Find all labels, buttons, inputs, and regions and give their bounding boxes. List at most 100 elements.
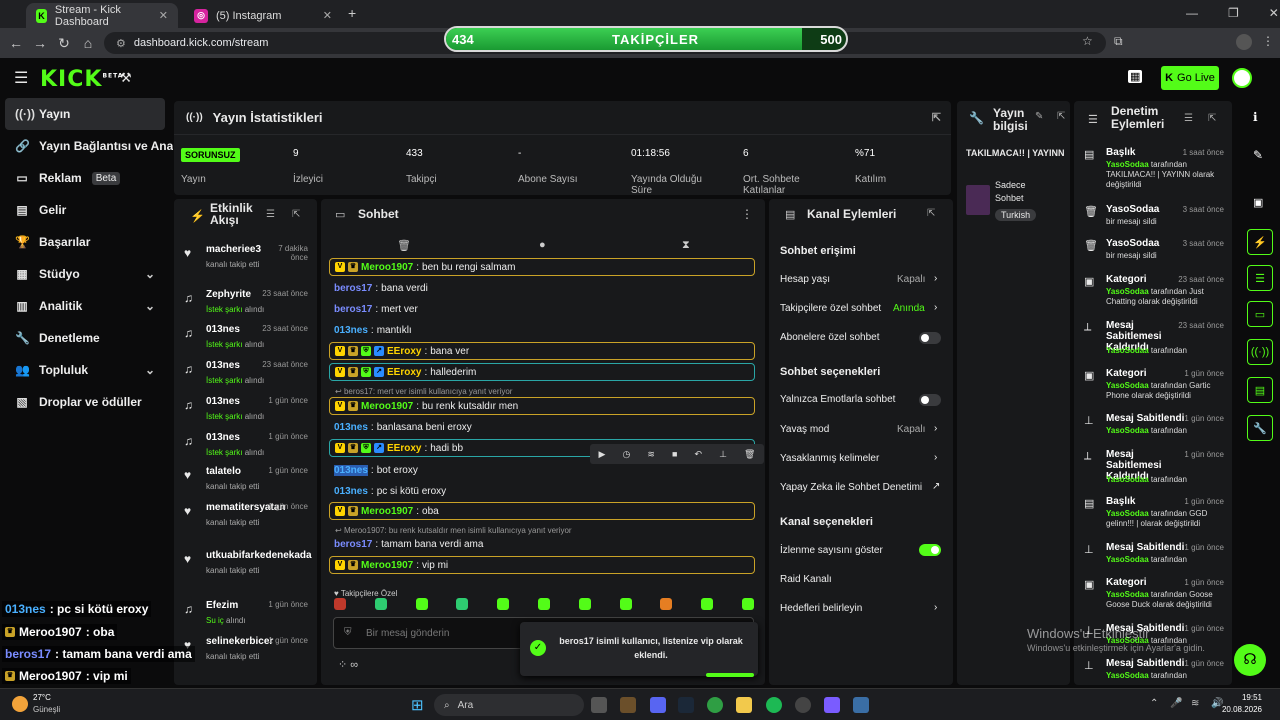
popout-icon[interactable]: ⇱	[1208, 113, 1216, 124]
studio-icon[interactable]: ▦	[1128, 70, 1143, 83]
trash-icon[interactable]: 🗑	[744, 449, 755, 460]
edit-icon[interactable]: ✎	[1035, 111, 1043, 122]
chat-username[interactable]: EEroxy	[387, 346, 421, 357]
popout-icon[interactable]: ⇱	[1057, 111, 1065, 122]
wrench-icon[interactable]: 🔧	[1247, 415, 1273, 441]
filter-icon[interactable]: ☰	[266, 209, 275, 220]
task-view-icon[interactable]	[591, 697, 607, 713]
chat-username[interactable]: beros17	[334, 283, 372, 294]
setting-label[interactable]: Hedefleri belirleyin	[780, 603, 862, 614]
clock-date[interactable]: 20.08.2026	[1214, 705, 1262, 714]
emote-icon[interactable]	[701, 598, 714, 610]
new-tab-button[interactable]: +	[348, 5, 356, 21]
popout-icon[interactable]: ⇱	[292, 209, 300, 220]
user-avatar[interactable]	[1232, 68, 1252, 88]
sidebar-item-denetleme[interactable]: 🔧 Denetleme	[5, 322, 165, 354]
steam-icon[interactable]	[678, 697, 694, 713]
chat-username[interactable]: 013nes	[334, 464, 368, 476]
emote-icon[interactable]	[537, 598, 550, 610]
settings-dots-icon[interactable]: ⁘ ∞	[338, 658, 358, 671]
pin-icon[interactable]: ⊥	[719, 449, 727, 460]
chat-username[interactable]: 013nes	[334, 325, 368, 336]
close-icon[interactable]: ✕	[159, 9, 168, 22]
chat-username[interactable]: Meroo1907	[361, 401, 413, 412]
minimize-icon[interactable]: —	[1186, 6, 1198, 20]
hamburger-menu-icon[interactable]: ☰	[14, 68, 28, 88]
tab-kick-dashboard[interactable]: K Stream - Kick Dashboard ✕	[26, 3, 178, 28]
edit-icon[interactable]: ✎	[1253, 148, 1263, 162]
broadcast-icon[interactable]: ((·))	[1247, 339, 1273, 365]
chat-username[interactable]: EEroxy	[387, 443, 421, 454]
close-icon[interactable]: ✕	[323, 9, 332, 22]
chevron-right-icon[interactable]: ›	[934, 602, 937, 613]
tab-instagram[interactable]: ◎ (5) Instagram ✕	[184, 3, 342, 28]
popout-icon[interactable]: ⇱	[932, 111, 941, 124]
more-options-icon[interactable]: ⋮	[741, 207, 753, 221]
setting-value[interactable]: Kapalı	[897, 424, 925, 435]
activity-username[interactable]: 013nes	[206, 432, 240, 443]
chat-message[interactable]: beros17: bana verdi	[329, 279, 755, 297]
emote-icon[interactable]	[741, 598, 754, 610]
chat-username[interactable]: beros17	[334, 539, 372, 550]
info-icon[interactable]: ℹ	[1253, 110, 1258, 124]
chat-username[interactable]: beros17	[334, 304, 372, 315]
chevron-right-icon[interactable]: ›	[934, 302, 937, 313]
activity-username[interactable]: Efezim	[206, 600, 238, 611]
trash-icon[interactable]: 🗑	[397, 239, 411, 252]
support-headset-icon[interactable]: ☊	[1234, 644, 1266, 676]
setting-value[interactable]: Anında	[893, 303, 925, 314]
emote-icon[interactable]	[374, 598, 387, 610]
external-link-icon[interactable]: ↗	[932, 481, 940, 492]
chat-message[interactable]: V ♛ ⛨ ↗ EEroxy: hallederim	[329, 363, 755, 381]
list-icon[interactable]: ☰	[1247, 265, 1273, 291]
taskbar-search[interactable]: ⌕ Ara	[434, 694, 584, 716]
app-icon[interactable]	[853, 697, 869, 713]
forward-icon[interactable]: →	[28, 35, 52, 51]
home-icon[interactable]: ⌂	[76, 35, 100, 51]
profile-avatar[interactable]	[1236, 34, 1252, 50]
chat-username[interactable]: Meroo1907	[361, 262, 413, 273]
filter-icon[interactable]: ☰	[1184, 113, 1193, 124]
speech-bubble-icon[interactable]: ●	[539, 239, 546, 251]
sidebar-item-gelir[interactable]: ▤ Gelir	[5, 194, 165, 226]
chevron-right-icon[interactable]: ›	[934, 452, 937, 463]
app-icon[interactable]	[824, 697, 840, 713]
chat-message[interactable]: beros17: mert ver	[329, 300, 755, 318]
viewer-count-toggle[interactable]	[919, 544, 941, 556]
go-live-button[interactable]: K Go Live	[1161, 66, 1219, 90]
weather-sun-icon[interactable]	[12, 696, 28, 712]
menu-icon[interactable]: ⋮	[1262, 34, 1274, 48]
obs-icon[interactable]	[795, 697, 811, 713]
play-icon[interactable]: ▶	[599, 449, 606, 460]
chevron-right-icon[interactable]: ›	[934, 423, 937, 434]
chat-message[interactable]: 013nes: pc si kötü eroxy	[329, 482, 755, 500]
undo-icon[interactable]: ↶	[694, 449, 702, 460]
emote-icon[interactable]	[619, 598, 632, 610]
bookmark-star-icon[interactable]: ☆	[1082, 34, 1093, 48]
emote-icon[interactable]	[334, 598, 346, 610]
sidebar-item-topluluk[interactable]: 👥 Topluluk ⌄	[5, 354, 165, 386]
sidebar-item-yayin[interactable]: ((·)) Yayın	[5, 98, 165, 130]
chevron-right-icon[interactable]: ›	[934, 273, 937, 284]
sidebar-item-basarilar[interactable]: 🏆 Başarılar	[5, 226, 165, 258]
chat-icon[interactable]: ▭	[1247, 301, 1273, 327]
chat-message[interactable]: V ♛ Meroo1907: oba	[329, 502, 755, 520]
emote-icon[interactable]	[456, 598, 469, 610]
sidebar-item-droplar[interactable]: ▧ Droplar ve ödüller	[5, 386, 165, 418]
lightning-icon[interactable]: ⚡	[1247, 229, 1273, 255]
sidebar-item-analitik[interactable]: ▥ Analitik ⌄	[5, 290, 165, 322]
slow-icon[interactable]: ≋	[647, 449, 655, 460]
back-icon[interactable]: ←	[4, 35, 28, 51]
kick-logo[interactable]: KICKBETA	[40, 67, 123, 92]
activity-username[interactable]: 013nes	[206, 324, 240, 335]
sidebar-item-reklam[interactable]: ▭ Reklam Beta	[5, 162, 165, 194]
emote-icon[interactable]	[660, 598, 673, 610]
popout-icon[interactable]: ⇱	[927, 208, 935, 219]
emote-icon[interactable]	[415, 598, 428, 610]
wifi-icon[interactable]: ≋	[1191, 698, 1199, 709]
activity-username[interactable]: macheriee3	[206, 244, 261, 255]
chat-message[interactable]: V ♛ Meroo1907: bu renk kutsaldır men	[329, 397, 755, 415]
chat-username[interactable]: 013nes	[334, 422, 368, 433]
chat-message[interactable]: beros17: tamam bana verdi ama	[329, 535, 755, 553]
tray-chevron-icon[interactable]: ⌃	[1150, 698, 1158, 709]
